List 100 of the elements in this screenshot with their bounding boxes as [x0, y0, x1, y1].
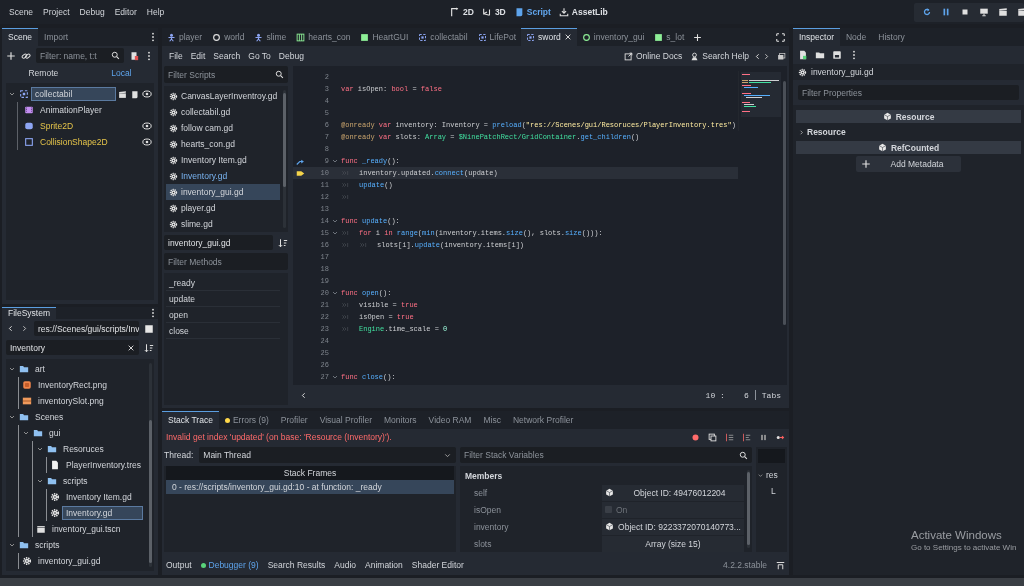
- chevron-icon[interactable]: [36, 477, 44, 485]
- minimap-drawing[interactable]: [738, 71, 782, 131]
- menu-item[interactable]: Go To: [244, 51, 275, 61]
- dock-tab[interactable]: Import: [38, 28, 75, 46]
- record-icon[interactable]: [691, 432, 700, 442]
- editor-tab[interactable]: inventory_gui: [576, 28, 650, 46]
- add-tab-icon[interactable]: [693, 32, 703, 42]
- tree-item[interactable]: gui: [46, 427, 64, 439]
- resource-selector[interactable]: inventory_gui.gd: [793, 64, 1024, 80]
- tree-item[interactable]: Sprite2D: [37, 120, 77, 132]
- editor-tab[interactable]: world: [207, 28, 250, 46]
- script-item[interactable]: inventory_gui.gd: [166, 184, 280, 200]
- back-icon[interactable]: [753, 51, 762, 61]
- panel-tab[interactable]: Animation: [365, 560, 403, 570]
- step-icon[interactable]: [725, 432, 734, 442]
- filter-field[interactable]: Filter Scripts: [164, 66, 288, 83]
- editor-tab[interactable]: hearts_con: [291, 28, 356, 46]
- path-field[interactable]: res://Scenes/gui/scripts/Inv: [34, 321, 139, 336]
- property-group[interactable]: Resource: [796, 125, 1021, 139]
- menu-item[interactable]: Edit: [186, 51, 210, 61]
- tree-item[interactable]: inventorySlot.png: [35, 395, 107, 407]
- menu-item[interactable]: Debug: [274, 51, 308, 61]
- panel-tab[interactable]: Search Results: [267, 560, 326, 570]
- script-item[interactable]: CanvasLayerInventroy.gd: [166, 88, 280, 104]
- new-file-icon[interactable]: [798, 50, 808, 60]
- editor-tab[interactable]: slime: [249, 28, 292, 46]
- close-icon[interactable]: [563, 33, 572, 41]
- forward-icon[interactable]: [20, 324, 29, 333]
- clapperboard-icon[interactable]: [118, 89, 127, 99]
- tree-item[interactable]: Scenes: [32, 411, 67, 423]
- tree-item[interactable]: inventory_gui.gd: [35, 555, 104, 567]
- panel-tab[interactable]: Audio: [334, 560, 356, 570]
- debugger-tab[interactable]: Monitors: [378, 411, 423, 429]
- tree-item[interactable]: Inventory.gd: [63, 507, 143, 519]
- dock-tab[interactable]: Node: [839, 28, 873, 46]
- debugger-tab[interactable]: Errors (9): [218, 411, 275, 429]
- editor-tab[interactable]: collectabil: [413, 28, 473, 46]
- pause-icon[interactable]: [759, 432, 768, 442]
- menu-item[interactable]: Project: [38, 7, 75, 17]
- scrollbar[interactable]: [149, 363, 152, 567]
- menu-item[interactable]: Search: [209, 51, 245, 61]
- sort-icon[interactable]: [278, 237, 288, 248]
- copy-icon[interactable]: [708, 432, 717, 442]
- workspace-tab[interactable]: AssetLib: [558, 7, 608, 17]
- scrollbar[interactable]: [283, 90, 286, 228]
- workspace-tab[interactable]: Script: [513, 7, 551, 17]
- script-item[interactable]: Inventory.gd: [166, 168, 280, 184]
- sort-icon[interactable]: [144, 342, 154, 353]
- add-metadata-button[interactable]: Add Metadata: [855, 156, 962, 172]
- debugger-tab[interactable]: Stack Trace: [162, 411, 219, 429]
- filter-field[interactable]: Filter Stack Variables: [460, 447, 752, 463]
- method-item[interactable]: close: [166, 323, 280, 339]
- menu-item[interactable]: Help: [141, 7, 170, 17]
- script-icon[interactable]: [129, 50, 139, 61]
- tree-item[interactable]: AnimationPlayer: [37, 104, 105, 116]
- editor-tab[interactable]: LifePot: [472, 28, 522, 46]
- chevron-icon[interactable]: [8, 541, 16, 549]
- variable-value[interactable]: Object ID: 49476012204: [602, 484, 744, 501]
- scrollbar[interactable]: [747, 470, 750, 548]
- dock-tab[interactable]: Scene: [2, 28, 39, 46]
- toolbar-link[interactable]: Online Docs: [619, 51, 687, 61]
- menu-item[interactable]: File: [165, 51, 187, 61]
- tree-item[interactable]: L: [771, 486, 776, 496]
- indent-mode[interactable]: Tabs: [761, 390, 781, 400]
- script-item[interactable]: player.gd: [166, 200, 280, 216]
- fullscreen-icon[interactable]: [776, 32, 785, 42]
- debugger-tab[interactable]: Visual Profiler: [313, 411, 378, 429]
- clapperboard-icon[interactable]: [998, 7, 1008, 17]
- eye-icon[interactable]: [142, 137, 152, 147]
- chevron-icon[interactable]: [8, 90, 16, 98]
- tree-item[interactable]: InventoryRect.png: [35, 379, 110, 391]
- script-item[interactable]: slime.gd: [166, 216, 280, 232]
- thread-dropdown[interactable]: Main Thread: [199, 447, 456, 463]
- method-item[interactable]: _ready: [166, 275, 280, 291]
- panel-tab[interactable]: Shader Editor: [411, 560, 464, 570]
- script-item[interactable]: Inventory Item.gd: [166, 152, 280, 168]
- script-icon[interactable]: [130, 89, 139, 99]
- method-item[interactable]: update: [166, 291, 280, 307]
- step-icon[interactable]: [742, 432, 751, 442]
- link-icon[interactable]: [21, 50, 31, 61]
- dock-tab[interactable]: FileSystem: [2, 307, 57, 319]
- chevron-icon[interactable]: [8, 413, 16, 421]
- clapperboard-icon[interactable]: [1017, 7, 1024, 17]
- monitor-icon[interactable]: [979, 7, 989, 17]
- script-item[interactable]: follow cam.gd: [166, 120, 280, 136]
- chevron-icon[interactable]: [757, 471, 764, 479]
- menu-item[interactable]: Scene: [4, 7, 39, 17]
- debugger-tab[interactable]: Video RAM: [422, 411, 478, 429]
- tree-item[interactable]: res: [766, 470, 778, 480]
- workspace-tab[interactable]: 3D: [481, 7, 506, 17]
- forward-icon[interactable]: [762, 51, 771, 61]
- save-icon[interactable]: [832, 50, 842, 60]
- workspace-tab[interactable]: 2D: [450, 7, 474, 17]
- filter-field[interactable]: Filter Methods: [164, 253, 288, 270]
- menu-item[interactable]: Editor: [109, 7, 142, 17]
- tree-item[interactable]: scripts: [32, 539, 63, 551]
- chevron-icon[interactable]: [8, 365, 16, 373]
- back-icon[interactable]: [6, 324, 15, 333]
- panel-tab[interactable]: Output: [166, 560, 192, 570]
- pause-icon[interactable]: [941, 7, 951, 17]
